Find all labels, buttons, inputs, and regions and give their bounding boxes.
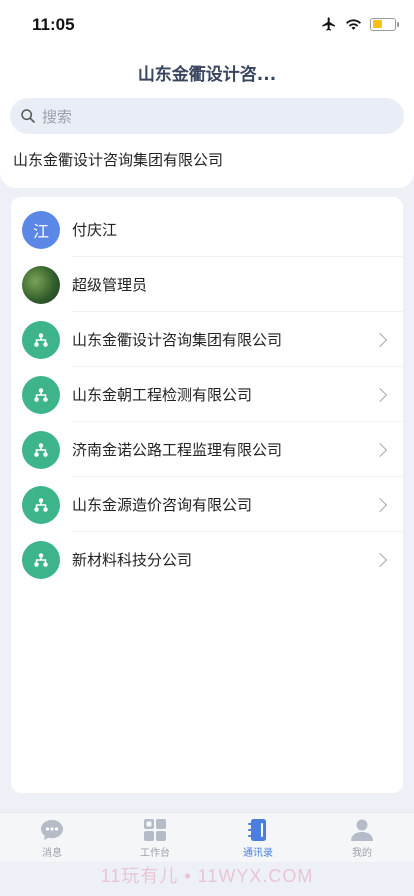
list-item[interactable]: 超级管理员 [11, 257, 403, 312]
org-name: 新材料科技分公司 [72, 551, 193, 569]
search-icon [21, 109, 35, 123]
chevron-right-icon [372, 552, 388, 567]
header: 山东金衢设计咨... 搜索 山东金衢设计咨询集团有限公司 [0, 48, 414, 188]
airplane-icon [322, 17, 335, 31]
list-item[interactable]: 江 付庆江 [11, 202, 403, 257]
tab-bar: 消息 工作台 通讯录 我的 [0, 812, 414, 862]
org-name: 山东金朝工程检测有限公司 [72, 386, 253, 404]
avatar: 江 [22, 210, 60, 249]
org-tree-icon [22, 375, 60, 414]
contact-list: 江 付庆江 超级管理员 山东金衢设计咨询集团有限公司 山东金朝工程检测有限公司 … [11, 197, 403, 793]
contact-name: 超级管理员 [72, 276, 148, 294]
list-item[interactable]: 山东金衢设计咨询集团有限公司 [11, 312, 403, 367]
org-name: 山东金源造价咨询有限公司 [72, 496, 253, 514]
grid-icon [144, 819, 166, 841]
chevron-right-icon [372, 442, 388, 457]
tab-label: 消息 [42, 848, 62, 859]
list-item[interactable]: 山东金朝工程检测有限公司 [11, 367, 403, 422]
search-input[interactable]: 搜索 [10, 98, 404, 134]
tab-profile[interactable]: 我的 [322, 818, 402, 859]
tab-label: 工作台 [140, 848, 170, 859]
org-name: 济南金诺公路工程监理有限公司 [72, 441, 283, 459]
wifi-icon [346, 18, 361, 30]
list-item[interactable]: 济南金诺公路工程监理有限公司 [11, 422, 403, 477]
tab-label: 我的 [352, 848, 372, 859]
chevron-right-icon [372, 387, 388, 402]
status-icons [321, 16, 399, 32]
status-bar: 11:05 [0, 0, 414, 48]
org-name: 山东金衢设计咨询集团有限公司 [72, 331, 283, 349]
avatar [22, 265, 60, 304]
org-tree-icon [22, 485, 60, 524]
org-tree-icon [22, 540, 60, 579]
breadcrumb[interactable]: 山东金衢设计咨询集团有限公司 [13, 149, 223, 170]
tab-label: 通讯录 [243, 848, 273, 859]
status-time: 11:05 [32, 15, 75, 34]
search-placeholder: 搜索 [42, 107, 73, 126]
list-item[interactable]: 山东金源造价咨询有限公司 [11, 477, 403, 532]
list-item[interactable]: 新材料科技分公司 [11, 532, 403, 587]
chevron-right-icon [372, 332, 388, 347]
tab-workbench[interactable]: 工作台 [115, 818, 195, 859]
chat-bubble-icon [41, 820, 63, 840]
page-title: 山东金衢设计咨... [137, 65, 277, 85]
battery-icon [370, 17, 399, 31]
chevron-right-icon [372, 497, 388, 512]
contacts-book-icon [248, 819, 266, 841]
org-tree-icon [22, 320, 60, 359]
tab-contacts[interactable]: 通讯录 [218, 818, 298, 859]
org-tree-icon [22, 430, 60, 469]
user-icon [351, 819, 373, 841]
watermark: 11玩有儿 • 11WYX.COM [100, 866, 314, 886]
contact-name: 付庆江 [72, 221, 118, 239]
tab-messages[interactable]: 消息 [12, 818, 92, 859]
